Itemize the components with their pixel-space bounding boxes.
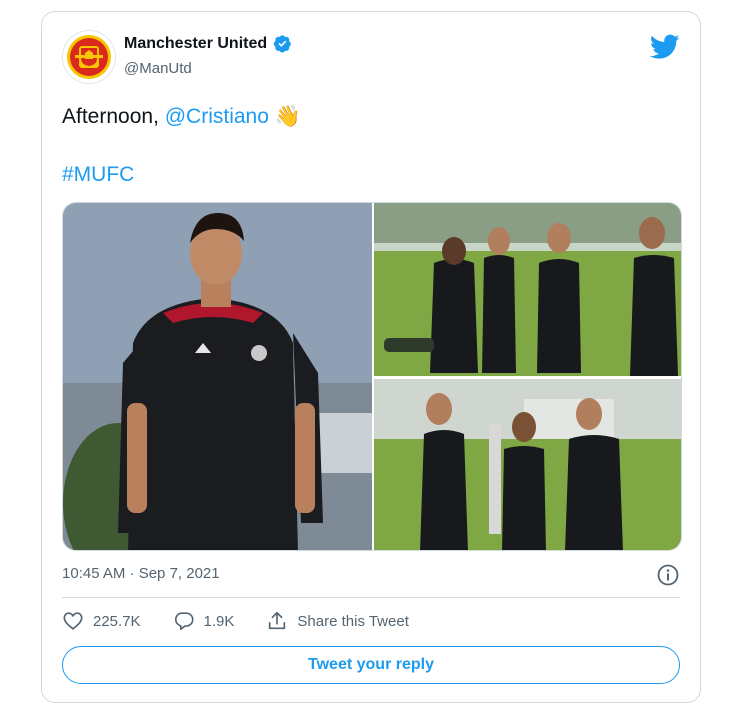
info-icon[interactable] — [656, 563, 680, 587]
like-action[interactable]: 225.7K — [62, 610, 141, 632]
reply-icon[interactable] — [173, 610, 195, 632]
media-photo-1[interactable] — [63, 203, 372, 550]
reply-count: 1.9K — [203, 612, 235, 630]
share-icon[interactable] — [266, 610, 288, 632]
share-action[interactable]: Share this Tweet — [266, 610, 409, 632]
club-crest-icon — [67, 35, 111, 79]
verified-badge-icon — [273, 35, 291, 53]
heart-icon[interactable] — [62, 610, 84, 632]
media-grid — [62, 202, 682, 551]
tweet-text-prefix: Afternoon, — [62, 105, 165, 128]
tweet-timestamp[interactable]: 10:45 AM · Sep 7, 2021 — [62, 565, 220, 582]
reply-action[interactable]: 1.9K — [173, 610, 235, 632]
author-name[interactable]: Manchester United — [124, 35, 267, 53]
wave-emoji: 👋 — [274, 105, 301, 128]
divider — [62, 597, 680, 598]
tweet-your-reply-button[interactable]: Tweet your reply — [62, 646, 680, 684]
media-photo-3[interactable] — [374, 379, 681, 550]
twitter-bird-icon[interactable] — [650, 34, 680, 60]
author-handle[interactable]: @ManUtd — [124, 60, 192, 77]
tweet-actions: 225.7K 1.9K Share this Tweet — [62, 610, 441, 632]
tweet-text: Afternoon, @Cristiano 👋 — [62, 104, 301, 130]
tweet-card: Manchester United @ManUtd Afternoon, @Cr… — [41, 11, 701, 703]
mention-link[interactable]: @Cristiano — [165, 105, 269, 128]
share-label[interactable]: Share this Tweet — [297, 613, 408, 630]
hashtag-link[interactable]: #MUFC — [62, 163, 134, 187]
author-name-row[interactable]: Manchester United — [124, 34, 292, 53]
like-count: 225.7K — [93, 612, 141, 630]
avatar[interactable] — [62, 30, 116, 84]
media-photo-2[interactable] — [374, 203, 681, 376]
